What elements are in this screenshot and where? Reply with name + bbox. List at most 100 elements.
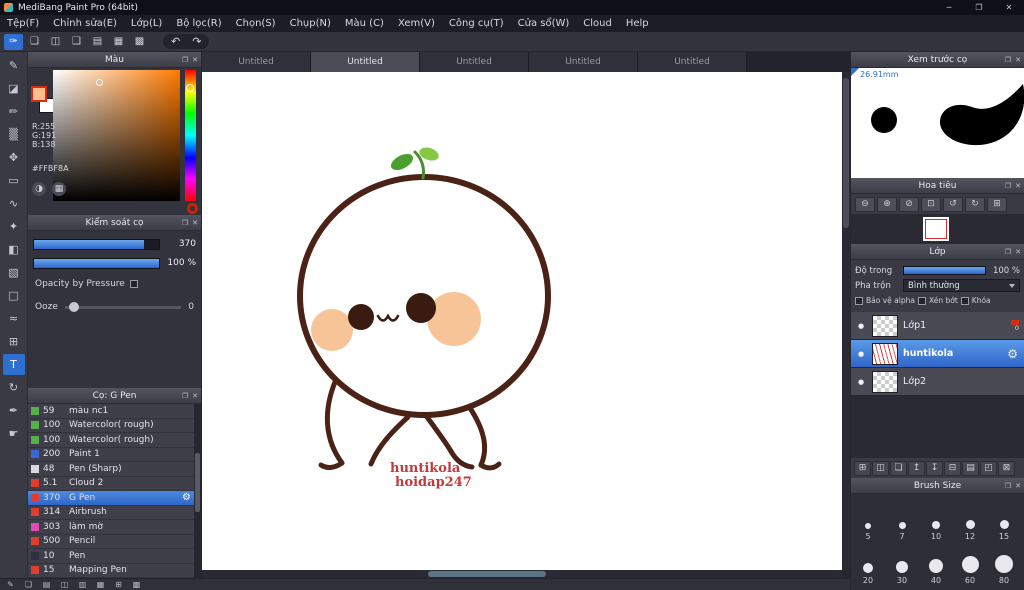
color-marker[interactable]: [96, 79, 104, 87]
toggle-brush-panel-button[interactable]: ❏: [21, 579, 36, 590]
brush-size-slider[interactable]: [33, 238, 160, 250]
new-canvas-button[interactable]: ❏: [25, 34, 44, 50]
document-tab[interactable]: Untitled: [420, 52, 529, 72]
merge-layer-button[interactable]: ⊟: [944, 460, 961, 476]
lock-checkbox[interactable]: [960, 296, 969, 305]
brush-size-option[interactable]: 10: [919, 498, 953, 542]
hue-marker[interactable]: [186, 84, 194, 92]
close-panel-icon[interactable]: ✕: [1015, 482, 1021, 490]
navigator-thumbnail[interactable]: [923, 217, 949, 241]
layer-visibility-icon[interactable]: ●: [855, 322, 867, 330]
drawing-canvas[interactable]: huntikola hoidap247: [202, 72, 842, 570]
close-panel-icon[interactable]: ✕: [1015, 182, 1021, 190]
toggle-tools-panel-button[interactable]: ✎: [3, 579, 18, 590]
airbrush-tool[interactable]: ▒: [3, 124, 25, 145]
canvas-vertical-scrollbar[interactable]: [842, 72, 850, 570]
hand-tool[interactable]: ☛: [3, 423, 25, 444]
close-panel-icon[interactable]: ✕: [192, 219, 198, 227]
gradient-tool[interactable]: ▧: [3, 262, 25, 283]
lasso-tool[interactable]: ∿: [3, 193, 25, 214]
layer-opacity-slider[interactable]: [903, 266, 986, 275]
maximize-button[interactable]: ❐: [964, 0, 994, 15]
add-folder-button[interactable]: ◫: [872, 460, 889, 476]
rotate-left-button[interactable]: ↺: [943, 196, 963, 212]
color-wheel-toggle-icon[interactable]: ◑: [32, 182, 46, 196]
Pencil[interactable]: 500 Pencil ⚙: [28, 535, 194, 549]
menu-item[interactable]: Tệp(F): [0, 15, 46, 32]
zoom-out-button[interactable]: ⊖: [855, 196, 875, 212]
menu-item[interactable]: Lớp(L): [124, 15, 169, 32]
eyedropper-tool[interactable]: ✒: [3, 400, 25, 421]
layer-row[interactable]: ● Lớp1 0: [851, 312, 1024, 340]
Airbrush[interactable]: 314 Airbrush ⚙: [28, 506, 194, 520]
clear-layer-button[interactable]: ▤: [962, 460, 979, 476]
move-layer-up-button[interactable]: ↥: [908, 460, 925, 476]
toggle-navigator-panel-button[interactable]: ▥: [75, 579, 90, 590]
document-tab[interactable]: Untitled: [638, 52, 747, 72]
snapshot-button[interactable]: ▤: [88, 34, 107, 50]
undock-panel-icon[interactable]: ❐: [182, 392, 188, 400]
hue-bar[interactable]: [185, 70, 196, 201]
undock-panel-icon[interactable]: ❐: [182, 56, 188, 64]
zoom-in-button[interactable]: ⊕: [877, 196, 897, 212]
layer-settings-icon[interactable]: ⚙: [1007, 347, 1018, 361]
làm mờ[interactable]: 303 làm mờ ⚙: [28, 520, 194, 535]
undock-panel-icon[interactable]: ❐: [182, 219, 188, 227]
rotate-tool[interactable]: ↻: [3, 377, 25, 398]
close-panel-icon[interactable]: ✕: [192, 56, 198, 64]
menu-item[interactable]: Cửa sổ(W): [511, 15, 577, 32]
undo-button[interactable]: ↶: [171, 35, 180, 48]
protect-alpha-checkbox[interactable]: [855, 296, 863, 305]
shape-tool[interactable]: □: [3, 285, 25, 306]
brush-tool[interactable]: ✎: [3, 55, 25, 76]
opacity-by-pressure-checkbox[interactable]: [129, 280, 138, 288]
curve-tool[interactable]: ≈: [3, 308, 25, 329]
brush-size-option[interactable]: 40: [919, 542, 953, 586]
brush-size-option[interactable]: 12: [953, 498, 987, 542]
menu-item[interactable]: Cloud: [576, 15, 619, 32]
transparent-color-button[interactable]: [187, 203, 198, 214]
undock-panel-icon[interactable]: ❐: [1005, 56, 1011, 64]
close-panel-icon[interactable]: ✕: [1015, 248, 1021, 256]
menu-item[interactable]: Chỉnh sửa(E): [46, 15, 124, 32]
comment-button[interactable]: ❑: [67, 34, 86, 50]
undock-panel-icon[interactable]: ❐: [1005, 482, 1011, 490]
màu nc1[interactable]: 59 màu nc1 ⚙: [28, 404, 194, 419]
ooze-slider[interactable]: [64, 301, 182, 312]
scrollbar-thumb[interactable]: [195, 452, 200, 512]
layer-row[interactable]: ● Lớp2: [851, 368, 1024, 396]
move-layer-down-button[interactable]: ↧: [926, 460, 943, 476]
fit-window-button[interactable]: ⊡: [921, 196, 941, 212]
navigator-preview[interactable]: [851, 214, 1024, 244]
menu-item[interactable]: Chụp(N): [283, 15, 338, 32]
add-layer-button[interactable]: ⊞: [854, 460, 871, 476]
move-tool[interactable]: ✥: [3, 147, 25, 168]
text-tool[interactable]: T: [2, 354, 25, 375]
brush-size-option[interactable]: 80: [987, 542, 1021, 586]
close-panel-icon[interactable]: ✕: [1015, 56, 1021, 64]
redo-button[interactable]: ↷: [192, 35, 201, 48]
eraser-tool[interactable]: ◪: [3, 78, 25, 99]
brush-settings-icon[interactable]: ⚙: [182, 492, 191, 503]
scrollbar-thumb[interactable]: [428, 571, 546, 577]
ooze-slider-thumb[interactable]: [68, 301, 79, 312]
Watercolor( rough)[interactable]: 100 Watercolor( rough) ⚙: [28, 433, 194, 448]
undock-panel-icon[interactable]: ❐: [1005, 248, 1011, 256]
Pen[interactable]: 10 Pen ⚙: [28, 549, 194, 564]
document-tab[interactable]: Untitled: [202, 52, 311, 72]
close-panel-icon[interactable]: ✕: [192, 392, 198, 400]
Paint 1[interactable]: 200 Paint 1 ⚙: [28, 448, 194, 462]
blend-mode-dropdown[interactable]: Bình thường: [903, 279, 1020, 292]
reset-view-button[interactable]: ⊞: [987, 196, 1007, 212]
minimize-button[interactable]: ─: [934, 0, 964, 15]
document-tab[interactable]: Untitled: [529, 52, 638, 72]
menu-item[interactable]: Help: [619, 15, 656, 32]
layer-row[interactable]: ● huntikola ⚙: [851, 340, 1024, 368]
toggle-material-panel-button[interactable]: ▦: [93, 579, 108, 590]
saturation-value-square[interactable]: [53, 70, 180, 201]
brush-opacity-slider[interactable]: [33, 257, 160, 269]
delete-layer-button[interactable]: ⊠: [998, 460, 1015, 476]
brush-size-option[interactable]: 20: [851, 542, 885, 586]
duplicate-layer-button[interactable]: ❏: [890, 460, 907, 476]
material-button[interactable]: ▦: [109, 34, 128, 50]
